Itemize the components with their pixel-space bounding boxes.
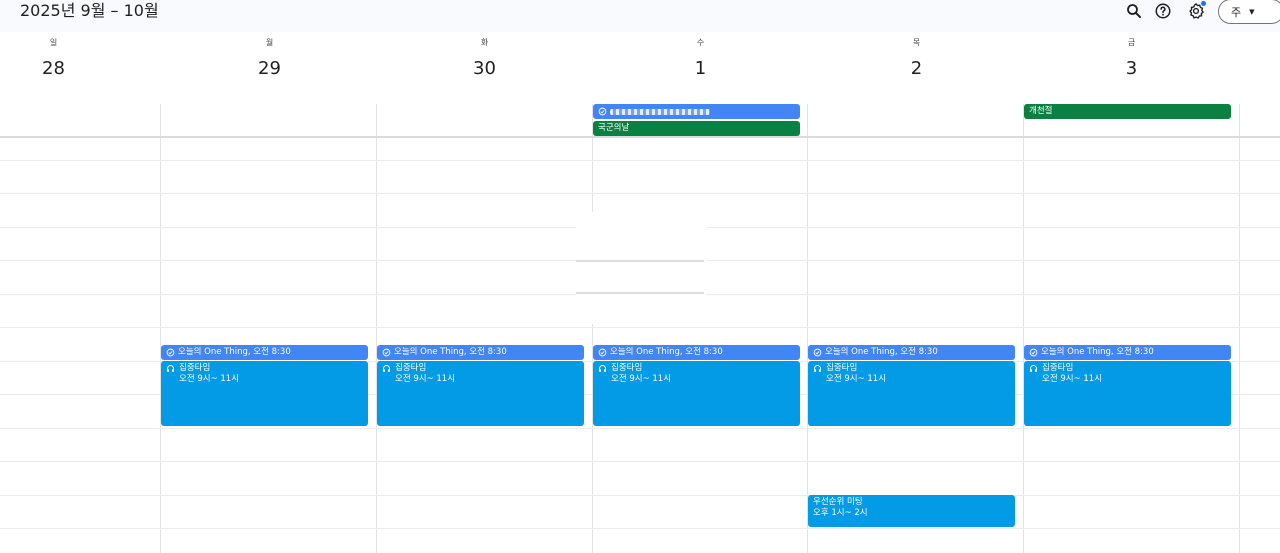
hour-line — [0, 495, 1280, 496]
task-label: 오늘의 One Thing, 오전 8:30 — [1041, 347, 1154, 357]
day-name: 금 — [1127, 38, 1136, 47]
headphones-icon — [599, 365, 606, 372]
task-chip[interactable]: 오늘의 One Thing, 오전 8:30 — [377, 345, 584, 360]
day-number[interactable]: 30 — [377, 50, 592, 88]
redacted-text — [610, 108, 710, 115]
task-check-icon — [382, 348, 391, 357]
caret-down-icon: ▼ — [1249, 7, 1255, 16]
event-time: 오전 9시~ 11시 — [1042, 374, 1103, 384]
event-block[interactable]: 집중타임 오전 9시~ 11시 — [808, 361, 1015, 426]
holiday-chip-wed[interactable]: 국군의날 — [593, 121, 800, 136]
event-time: 오전 9시~ 11시 — [611, 374, 672, 384]
column-divider — [1239, 104, 1240, 553]
column-divider — [376, 104, 377, 553]
day-header-wed[interactable]: 수 1 — [593, 36, 808, 88]
day-name: 수 — [696, 38, 705, 47]
day-name: 화 — [480, 38, 489, 47]
day-number[interactable]: 3 — [1024, 50, 1239, 88]
day-number[interactable]: 28 — [0, 50, 161, 88]
task-label: 오늘의 One Thing, 오전 8:30 — [825, 347, 938, 357]
task-chip[interactable]: 오늘의 One Thing, 오전 8:30 — [1024, 345, 1231, 360]
calendar-app: 2025년 9월 – 10월 주 ▼ 일 28 월 29 화 30 수 1 목 … — [0, 0, 1280, 553]
notification-dot — [1201, 1, 1206, 6]
event-block[interactable]: 집중타임 오전 9시~ 11시 — [1024, 361, 1231, 426]
hour-line — [0, 461, 1280, 462]
day-number[interactable]: 2 — [809, 50, 1024, 88]
task-check-icon — [598, 107, 607, 116]
task-check-icon — [1029, 348, 1038, 357]
faded-region — [576, 212, 706, 324]
task-chip[interactable]: 오늘의 One Thing, 오전 8:30 — [161, 345, 368, 360]
view-switcher[interactable]: 주 ▼ — [1218, 0, 1280, 24]
search-icon[interactable] — [1123, 0, 1145, 22]
day-header-mon[interactable]: 월 29 — [162, 36, 377, 88]
day-header-thu[interactable]: 목 2 — [809, 36, 1024, 88]
date-range-title: 2025년 9월 – 10월 — [20, 1, 159, 20]
event-title: 집중타임 — [395, 363, 427, 373]
event-block[interactable]: 집중타임 오전 9시~ 11시 — [377, 361, 584, 426]
headphones-icon — [167, 365, 174, 372]
event-time: 오후 1시~ 2시 — [813, 508, 868, 518]
event-title: 집중타임 — [611, 363, 643, 373]
day-name: 일 — [49, 38, 58, 47]
event-title: 우선순위 미팅 — [813, 497, 863, 507]
all-day-task-chip[interactable] — [593, 104, 800, 119]
day-number[interactable]: 29 — [162, 50, 377, 88]
headphones-icon — [383, 365, 390, 372]
column-divider — [592, 104, 593, 553]
faded-line — [576, 292, 704, 294]
hour-line — [0, 528, 1280, 529]
column-divider — [1023, 104, 1024, 553]
column-divider — [160, 104, 161, 553]
day-header-sun[interactable]: 일 28 — [0, 36, 161, 88]
help-icon[interactable] — [1152, 0, 1174, 22]
task-check-icon — [813, 348, 822, 357]
task-check-icon — [166, 348, 175, 357]
task-chip[interactable]: 오늘의 One Thing, 오전 8:30 — [593, 345, 800, 360]
settings-icon[interactable] — [1185, 0, 1207, 22]
task-label: 오늘의 One Thing, 오전 8:30 — [178, 347, 291, 357]
day-name: 월 — [265, 38, 274, 47]
day-number[interactable]: 1 — [593, 50, 808, 88]
day-header-tue[interactable]: 화 30 — [377, 36, 592, 88]
hour-line — [0, 193, 1280, 194]
hour-line — [0, 327, 1280, 328]
column-divider — [807, 104, 808, 553]
day-header-fri[interactable]: 금 3 — [1024, 36, 1239, 88]
day-name: 목 — [912, 38, 921, 47]
event-time: 오전 9시~ 11시 — [179, 374, 240, 384]
task-label: 오늘의 One Thing, 오전 8:30 — [394, 347, 507, 357]
hour-line — [0, 428, 1280, 429]
event-time: 오전 9시~ 11시 — [826, 374, 887, 384]
faded-line — [576, 260, 704, 262]
event-block[interactable]: 집중타임 오전 9시~ 11시 — [593, 361, 800, 426]
holiday-label: 개천절 — [1029, 106, 1053, 116]
event-title: 집중타임 — [179, 363, 211, 373]
holiday-label: 국군의날 — [598, 123, 630, 133]
headphones-icon — [814, 365, 821, 372]
event-time: 오전 9시~ 11시 — [395, 374, 456, 384]
holiday-chip-fri[interactable]: 개천절 — [1024, 104, 1231, 119]
event-title: 집중타임 — [826, 363, 858, 373]
all-day-separator — [0, 136, 1280, 138]
view-label: 주 — [1231, 5, 1242, 19]
task-chip[interactable]: 오늘의 One Thing, 오전 8:30 — [808, 345, 1015, 360]
top-bar: 2025년 9월 – 10월 주 ▼ — [0, 0, 1280, 32]
event-block[interactable]: 집중타임 오전 9시~ 11시 — [161, 361, 368, 426]
task-check-icon — [598, 348, 607, 357]
headphones-icon — [1030, 365, 1037, 372]
hour-line — [0, 160, 1280, 161]
event-title: 집중타임 — [1042, 363, 1074, 373]
meeting-event-block[interactable]: 우선순위 미팅 오후 1시~ 2시 — [808, 495, 1015, 527]
task-label: 오늘의 One Thing, 오전 8:30 — [610, 347, 723, 357]
